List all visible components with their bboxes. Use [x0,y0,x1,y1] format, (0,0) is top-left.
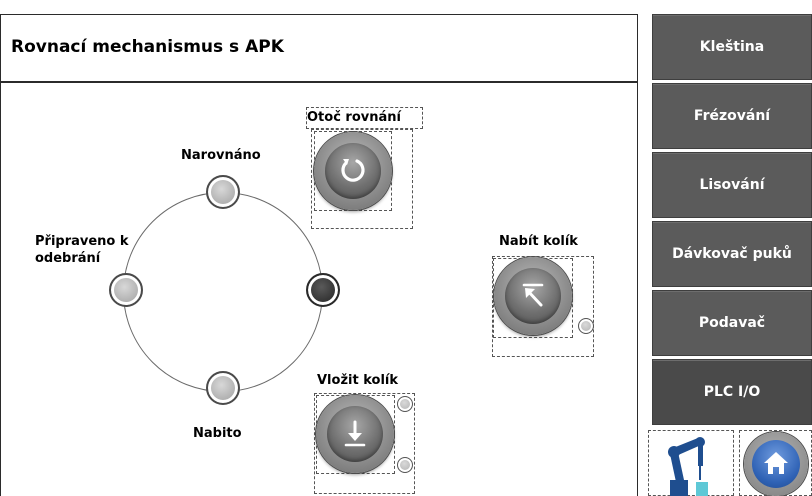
indicator-pripraveno [109,273,143,307]
load-pin-button[interactable] [494,257,572,335]
nav-lisovani[interactable]: Lisování [652,152,812,218]
label-nabito: Nabito [193,426,242,441]
indicator-nabito [206,371,240,405]
rotate-icon [341,159,365,182]
label-narovnano: Narovnáno [181,148,261,163]
home-button-face [752,440,800,488]
insert-down-icon [344,420,366,447]
nav-plc-io[interactable]: PLC I/O [652,359,812,425]
rotate-button-face [325,143,381,199]
main-panel: Rovnací mechanismus s APK Narovnáno Přip… [0,14,638,496]
insert-pin-label: Vložit kolík [317,373,398,388]
side-nav: Kleština Frézování Lisování Dávkovač puk… [652,14,812,428]
nav-klestina[interactable]: Kleština [652,14,812,80]
home-button[interactable] [744,432,808,496]
rotate-button[interactable] [314,132,392,210]
label-pripraveno-line2: odebrání [35,251,101,266]
indicator-active [306,273,340,307]
robot-arm-icon [668,437,708,496]
content-area: Narovnáno Připraveno k odebrání Nabito O… [1,85,637,496]
insert-pin-status-bottom [397,457,413,473]
insert-pin-button[interactable] [316,395,394,473]
insert-pin-status-top [397,396,413,412]
rotate-label: Otoč rovnání [307,110,401,125]
label-pripraveno-line1: Připraveno k [35,234,129,249]
insert-pin-button-face [327,406,383,462]
header: Rovnací mechanismus s APK [1,15,637,83]
home-icon [764,452,788,474]
load-pin-button-face [505,268,561,324]
position-ring [123,192,323,392]
load-pin-label: Nabít kolík [499,234,578,249]
load-pin-status-indicator [578,318,594,334]
nav-frezovani[interactable]: Frézování [652,83,812,149]
nav-davkovac-puku[interactable]: Dávkovač puků [652,221,812,287]
indicator-narovnano [206,175,240,209]
nav-podavac[interactable]: Podavač [652,290,812,356]
page-title: Rovnací mechanismus s APK [11,37,284,57]
robot-button[interactable] [660,434,724,496]
arrow-up-left-icon [522,283,544,307]
